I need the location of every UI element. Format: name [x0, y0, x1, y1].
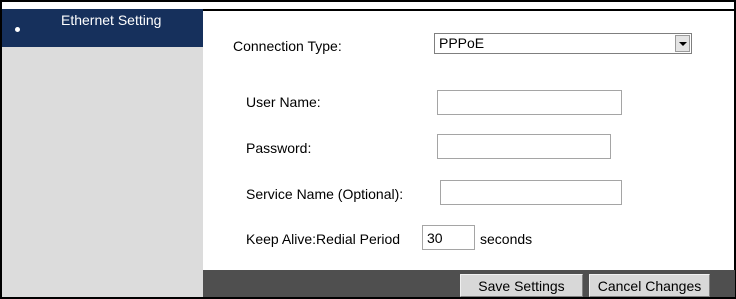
sidebar: Ethernet Setting — [2, 9, 203, 297]
password-input[interactable] — [437, 134, 611, 159]
save-settings-button[interactable]: Save Settings — [460, 274, 583, 297]
chevron-down-icon[interactable] — [675, 35, 690, 52]
connection-type-value: PPPoE — [439, 35, 485, 51]
keep-alive-label: Keep Alive:Redial Period — [246, 231, 401, 247]
connection-type-label: Connection Type: — [233, 38, 342, 54]
user-name-input[interactable] — [437, 90, 622, 115]
service-name-input[interactable] — [440, 180, 622, 205]
seconds-unit-label: seconds — [480, 231, 533, 247]
password-label: Password: — [246, 140, 312, 156]
sidebar-item-label: Ethernet Setting — [61, 12, 162, 28]
connection-type-select[interactable]: PPPoE — [434, 33, 692, 54]
content-top-border — [203, 9, 735, 11]
user-name-label: User Name: — [246, 94, 321, 110]
service-name-label: Service Name (Optional): — [246, 186, 404, 202]
cancel-changes-button[interactable]: Cancel Changes — [589, 274, 710, 297]
sidebar-item-ethernet-setting[interactable]: Ethernet Setting — [2, 9, 203, 47]
redial-period-input[interactable] — [422, 225, 475, 250]
bullet-icon — [15, 27, 20, 32]
